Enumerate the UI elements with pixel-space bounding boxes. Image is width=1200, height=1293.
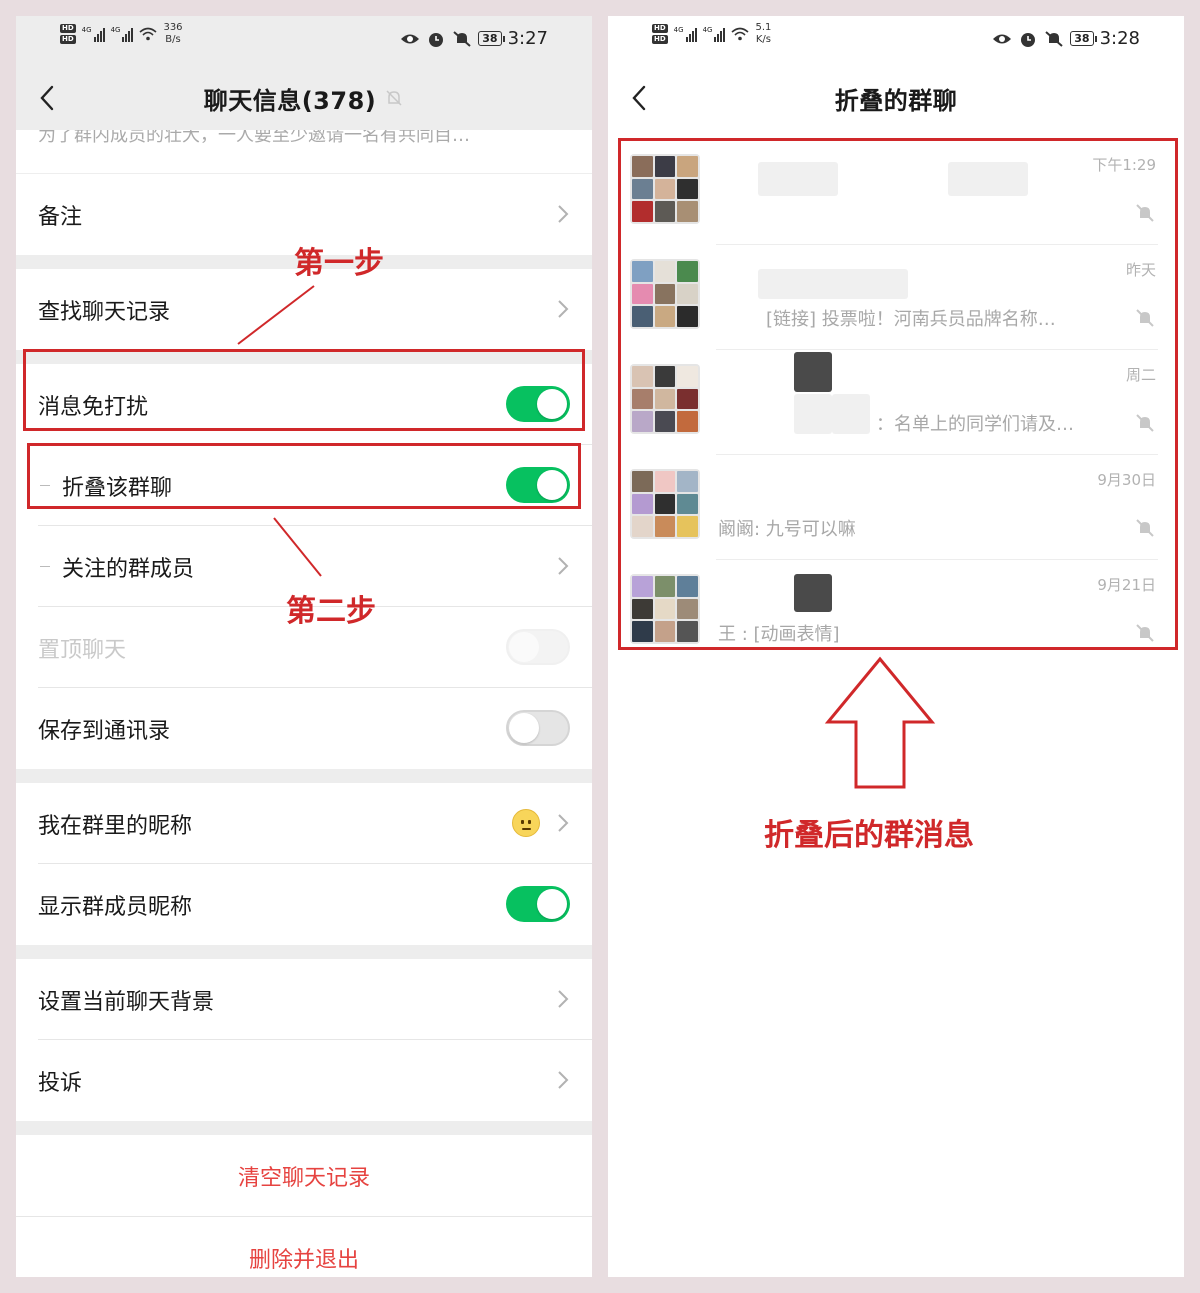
status-right: 38 3:27 [400, 28, 548, 49]
row-label: 投诉 [38, 1070, 83, 1096]
title-bar: 聊天信息(378) [16, 66, 592, 130]
chevron-right-icon [558, 205, 569, 223]
battery-icon: 38 [478, 31, 505, 46]
chevron-right-icon [558, 557, 569, 575]
eye-icon [993, 34, 1012, 43]
row-label: 我在群里的昵称 [38, 813, 193, 839]
status-bar: HD HD 4G 4G 336 B/s 38 3:27 [16, 16, 592, 60]
signal-icon: 4G [82, 26, 105, 42]
back-arrow-icon[interactable] [630, 84, 648, 112]
chevron-right-icon [558, 1071, 569, 1089]
bell-off-icon [1045, 30, 1063, 47]
status-left: HD HD 4G 4G 336 B/s [60, 22, 183, 46]
up-arrow-icon [824, 656, 936, 789]
status-bar: HD HD 4G 4G 5.1 K/s 38 3:28 [608, 16, 1184, 60]
hd-badges: HD HD [652, 24, 668, 44]
row-label: 查找聊天记录 [38, 299, 171, 325]
signal-icon: 4G [703, 26, 726, 42]
row-label: 设置当前聊天背景 [38, 989, 215, 1015]
network-speed: 336 B/s [163, 22, 183, 45]
hd-icon: HD [60, 35, 76, 44]
delete-exit-button[interactable]: 删除并退出 [16, 1217, 592, 1277]
status-time: 3:28 [1099, 28, 1140, 49]
network-speed: 5.1 K/s [755, 22, 772, 45]
complain-row[interactable]: 投诉 [16, 1040, 592, 1121]
muted-bell-icon [386, 90, 402, 106]
row-label: 保存到通讯录 [38, 718, 171, 744]
step2-highlight-box [27, 443, 581, 509]
page-title: 聊天信息(378) [203, 86, 377, 115]
wifi-icon [139, 27, 157, 41]
show-nicknames-toggle[interactable] [506, 886, 570, 922]
hd-icon: HD [60, 24, 76, 33]
hd-badges: HD HD [60, 24, 76, 44]
settings-list: 为了群内成员的壮大，一人要至少邀请一名有共同目… 备注 查找聊天记录 消息免打扰… [16, 130, 592, 1277]
wifi-icon [731, 27, 749, 41]
title-bar: 折叠的群聊 [608, 66, 1184, 130]
row-label: 置顶聊天 [38, 637, 127, 663]
chevron-right-icon [558, 814, 569, 832]
pin-toggle [506, 629, 570, 665]
alarm-icon [1021, 32, 1036, 47]
hd-icon: HD [652, 35, 668, 44]
clear-history-button[interactable]: 清空聊天记录 [16, 1135, 592, 1216]
step1-highlight-box [23, 349, 585, 431]
my-nickname-row[interactable]: 我在群里的昵称 [16, 783, 592, 864]
folded-messages-label: 折叠后的群消息 [764, 818, 974, 853]
chevron-right-icon [558, 990, 569, 1008]
hd-icon: HD [652, 24, 668, 33]
eye-icon [401, 34, 420, 43]
show-nicknames-row: 显示群成员昵称 [16, 864, 592, 945]
right-screen: HD HD 4G 4G 5.1 K/s 38 3:28 折叠的群聊 下午1:29… [608, 16, 1184, 1277]
alarm-icon [429, 32, 444, 47]
step1-label: 第一步 [294, 246, 384, 281]
row-label: 关注的群成员 [62, 556, 195, 582]
page-title: 折叠的群聊 [834, 86, 958, 115]
status-right: 38 3:28 [992, 28, 1140, 49]
group-notice-preview: 为了群内成员的壮大，一人要至少邀请一名有共同目… [16, 130, 592, 174]
row-label: 显示群成员昵称 [38, 894, 193, 920]
row-label: 备注 [38, 204, 83, 230]
smiley-emoji-icon [512, 809, 540, 837]
left-screen: HD HD 4G 4G 336 B/s 38 3:27 聊天信息(378) 为了… [16, 16, 592, 1277]
back-arrow-icon[interactable] [38, 84, 56, 112]
save-contacts-row: 保存到通讯录 [16, 688, 592, 769]
save-contacts-toggle[interactable] [506, 710, 570, 746]
chevron-right-icon [558, 300, 569, 318]
status-left: HD HD 4G 4G 5.1 K/s [652, 22, 771, 46]
battery-icon: 38 [1070, 31, 1097, 46]
folded-chats-highlight-box [618, 138, 1178, 650]
bell-off-icon [453, 30, 471, 47]
status-time: 3:27 [507, 28, 548, 49]
signal-icon: 4G [674, 26, 697, 42]
signal-icon: 4G [111, 26, 134, 42]
step2-label: 第二步 [286, 594, 376, 629]
chat-background-row[interactable]: 设置当前聊天背景 [16, 959, 592, 1040]
